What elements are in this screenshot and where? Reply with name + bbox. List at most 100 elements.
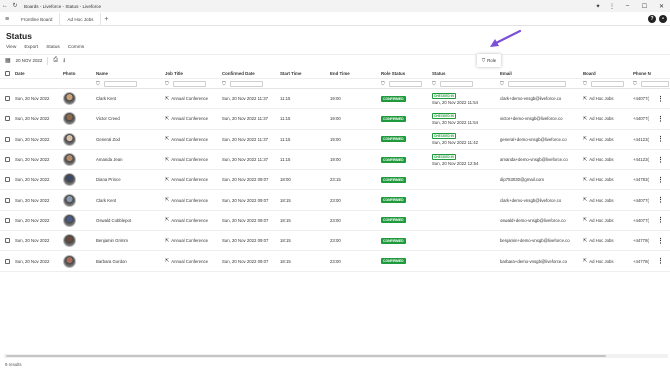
date-filter[interactable]: 20 NOV 2022 (16, 58, 43, 63)
subnav-view[interactable]: View (6, 45, 16, 50)
table-row[interactable]: Sun, 20 Nov 2022 General Zod ⇱ Annual Con… (0, 130, 670, 150)
cell-board[interactable]: ⇱ Ad Hoc Jobs (583, 170, 614, 189)
menu-icon[interactable]: ≡ (0, 16, 14, 23)
row-checkbox[interactable] (5, 130, 10, 149)
table-row[interactable]: Sun, 20 Nov 2022 Amanda Jean ⇱ Annual Con… (0, 150, 670, 171)
board-link[interactable]: Ad Hoc Jobs (589, 238, 613, 243)
subnav-export[interactable]: Export (24, 45, 38, 50)
cell-board[interactable]: ⇱ Ad Hoc Jobs (583, 251, 614, 270)
col-date[interactable]: Date (15, 68, 25, 78)
table-row[interactable]: Sun, 20 Nov 2022 Diana Prince ⇱ Annual Co… (0, 170, 670, 191)
row-checkbox[interactable] (5, 109, 10, 128)
col-name[interactable]: Name (96, 68, 108, 78)
maximize-icon[interactable]: ☐ (636, 3, 653, 10)
col-phone[interactable]: Phone N (633, 68, 651, 78)
cell-job-title[interactable]: ⇱ Annual Conference (165, 150, 208, 169)
table-row[interactable]: Sun, 20 Nov 2022 Clark Kent ⇱ Annual Conf… (0, 89, 670, 110)
board-link[interactable]: Ad Hoc Jobs (589, 96, 613, 101)
row-actions-icon[interactable]: ⋮ (657, 130, 664, 149)
download-icon[interactable]: ⭳ (63, 56, 65, 66)
row-checkbox[interactable] (5, 89, 10, 108)
cell-job-title[interactable]: ⇱ Annual Conference (165, 190, 208, 209)
job-title-link[interactable]: Annual Conference (171, 116, 208, 121)
job-title-link[interactable]: Annual Conference (171, 238, 208, 243)
subnav-comms[interactable]: Comms (68, 45, 85, 50)
col-role-status[interactable]: Role Status (381, 68, 405, 78)
row-checkbox[interactable] (5, 190, 10, 209)
col-end-time[interactable]: End Time (330, 68, 350, 78)
col-board[interactable]: Board (583, 68, 596, 78)
cell-job-title[interactable]: ⇱ Annual Conference (165, 231, 208, 250)
row-actions-icon[interactable]: ⋮ (657, 231, 664, 250)
calendar-icon[interactable]: ▦ (5, 57, 11, 64)
job-title-link[interactable]: Annual Conference (171, 137, 208, 142)
col-email[interactable]: Email (500, 68, 512, 78)
cell-board[interactable]: ⇱ Ad Hoc Jobs (583, 150, 614, 169)
role-popup[interactable]: ⛉ Role (477, 54, 501, 67)
filter-board[interactable]: ⛉ (583, 79, 624, 88)
filter-confirmed-date[interactable]: ⛉ (222, 79, 263, 88)
table-row[interactable]: Sun, 20 Nov 2022 Oswald Cobblepot ⇱ Annua… (0, 211, 670, 232)
cell-board[interactable]: ⇱ Ad Hoc Jobs (583, 109, 614, 128)
back-icon[interactable]: ← (0, 0, 10, 12)
job-title-link[interactable]: Annual Conference (171, 96, 208, 101)
add-tab-icon[interactable]: + (101, 16, 111, 23)
cell-board[interactable]: ⇱ Ad Hoc Jobs (583, 130, 614, 149)
row-actions-icon[interactable]: ⋮ (657, 211, 664, 230)
cell-job-title[interactable]: ⇱ Annual Conference (165, 170, 208, 189)
row-actions-icon[interactable]: ⋮ (657, 170, 664, 189)
horizontal-scrollbar[interactable] (4, 354, 668, 358)
table-row[interactable]: Sun, 20 Nov 2022 Victor Creed ⇱ Annual Co… (0, 109, 670, 130)
filter-phone[interactable]: ⛉ (633, 79, 669, 88)
row-actions-icon[interactable]: ⋮ (657, 251, 664, 270)
board-link[interactable]: Ad Hoc Jobs (589, 116, 613, 121)
col-photo[interactable]: Photo (63, 68, 75, 78)
row-checkbox[interactable] (5, 231, 10, 250)
cell-board[interactable]: ⇱ Ad Hoc Jobs (583, 89, 614, 108)
row-checkbox[interactable] (5, 251, 10, 270)
cell-job-title[interactable]: ⇱ Annual Conference (165, 211, 208, 230)
job-title-link[interactable]: Annual Conference (171, 157, 208, 162)
job-title-link[interactable]: Annual Conference (171, 218, 208, 223)
job-title-link[interactable]: Annual Conference (171, 177, 208, 182)
subnav-status[interactable]: Status (46, 45, 60, 50)
notifications-icon[interactable]: • (659, 15, 667, 23)
row-checkbox[interactable] (5, 211, 10, 230)
col-confirmed-date[interactable]: Confirmed Date (222, 68, 255, 78)
extensions-icon[interactable]: ✦ (591, 3, 605, 10)
table-row[interactable]: Sun, 20 Nov 2022 Barbara Gordon ⇱ Annual … (0, 251, 670, 272)
col-start-time[interactable]: Start Time (280, 68, 301, 78)
filter-email[interactable]: ⛉ (500, 79, 566, 88)
row-actions-icon[interactable]: ⋮ (657, 150, 664, 169)
cell-job-title[interactable]: ⇱ Annual Conference (165, 89, 208, 108)
print-icon[interactable]: ⎙ (53, 57, 58, 64)
row-actions-icon[interactable]: ⋮ (657, 190, 664, 209)
row-checkbox[interactable] (5, 150, 10, 169)
row-actions-icon[interactable]: ⋮ (657, 109, 664, 128)
row-checkbox[interactable] (5, 170, 10, 189)
table-row[interactable]: Sun, 20 Nov 2022 Benjamin Grimm ⇱ Annual … (0, 231, 670, 252)
close-icon[interactable]: ✕ (653, 3, 670, 10)
cell-job-title[interactable]: ⇱ Annual Conference (165, 109, 208, 128)
job-title-link[interactable]: Annual Conference (171, 198, 208, 203)
more-options-icon[interactable]: ⋮ (605, 3, 619, 10)
cell-job-title[interactable]: ⇱ Annual Conference (165, 251, 208, 270)
board-link[interactable]: Ad Hoc Jobs (589, 259, 613, 264)
board-link[interactable]: Ad Hoc Jobs (589, 198, 613, 203)
board-link[interactable]: Ad Hoc Jobs (589, 137, 613, 142)
minimize-icon[interactable]: – (619, 3, 636, 10)
cell-job-title[interactable]: ⇱ Annual Conference (165, 130, 208, 149)
cell-board[interactable]: ⇱ Ad Hoc Jobs (583, 190, 614, 209)
table-row[interactable]: Sun, 20 Nov 2022 Clark Kent ⇱ Annual Conf… (0, 190, 670, 211)
filter-job-title[interactable]: ⛉ (165, 79, 206, 88)
help-icon[interactable]: ? (648, 15, 656, 23)
tab-frontline-board[interactable]: Frontline Board (14, 12, 61, 26)
col-job-title[interactable]: Job Title (165, 68, 183, 78)
cell-board[interactable]: ⇱ Ad Hoc Jobs (583, 211, 614, 230)
tab-ad-hoc-jobs[interactable]: Ad Hoc Jobs (60, 12, 102, 26)
job-title-link[interactable]: Annual Conference (171, 259, 208, 264)
filter-name[interactable]: ⛉ (96, 79, 137, 88)
filter-role-status[interactable]: ⛉ (381, 79, 422, 88)
cell-board[interactable]: ⇱ Ad Hoc Jobs (583, 231, 614, 250)
board-link[interactable]: Ad Hoc Jobs (589, 177, 613, 182)
